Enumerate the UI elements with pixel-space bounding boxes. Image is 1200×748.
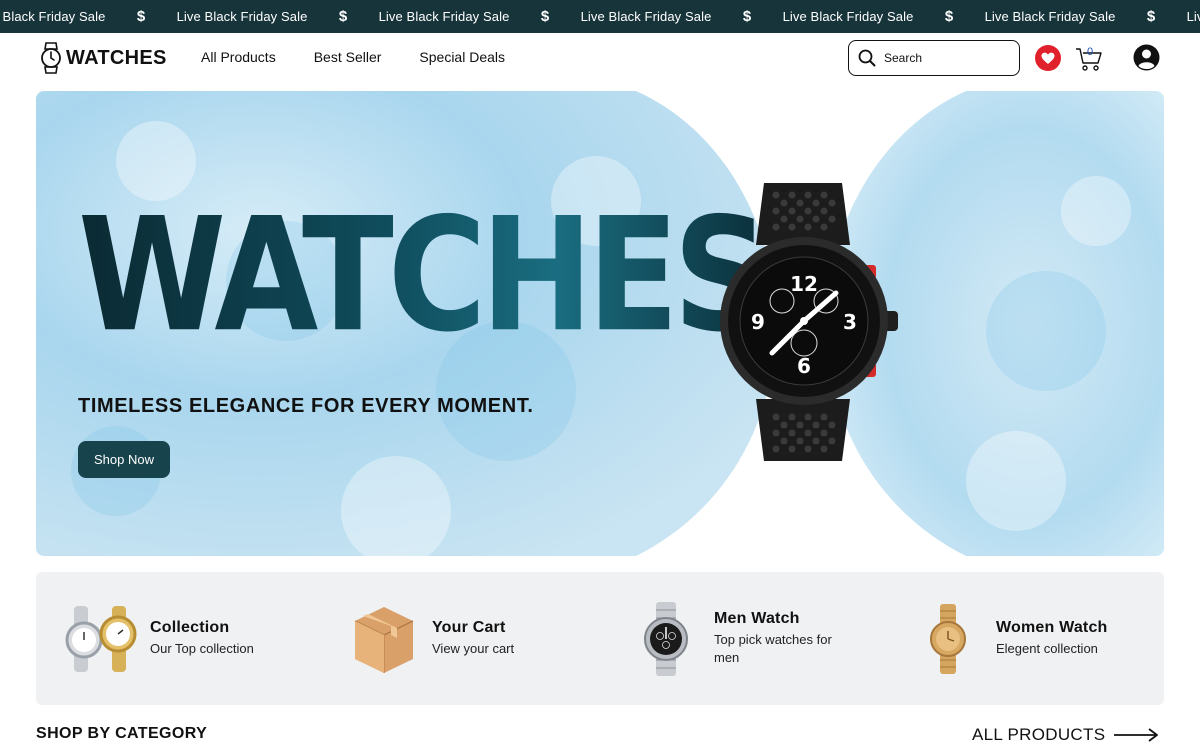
arrow-right-icon: [1114, 728, 1159, 742]
hero-banner: WATCHES TIMELESS ELEGANCE FOR EVERY MOME…: [36, 91, 1164, 556]
wishlist-button[interactable]: [1035, 45, 1061, 71]
svg-text:3: 3: [843, 310, 857, 334]
feature-women-watch[interactable]: Women Watch Elegent collection: [910, 572, 1108, 705]
heart-icon: [1041, 52, 1055, 64]
search-input[interactable]: [884, 51, 1004, 65]
dollar-icon: $: [944, 8, 954, 25]
feature-your-cart[interactable]: Your Cart View your cart: [346, 572, 514, 705]
svg-text:6: 6: [797, 354, 811, 378]
hero-watch-image: 12 6 9 3: [720, 183, 898, 461]
ticker-item: Live Black Friday Sale $: [766, 8, 968, 25]
feature-desc: Our Top collection: [150, 641, 254, 656]
ticker-item: Live Black Friday Sale: [1170, 9, 1200, 24]
nav-best-seller[interactable]: Best Seller: [314, 49, 382, 65]
hero-subtitle: TIMELESS ELEGANCE FOR EVERY MOMENT.: [78, 395, 534, 417]
dollar-icon: $: [540, 8, 550, 25]
dollar-icon: $: [338, 8, 348, 25]
ticker-item: Live Black Friday Sale $: [362, 8, 564, 25]
ticker-text: Live Black Friday Sale: [1186, 9, 1200, 24]
all-products-link[interactable]: ALL PRODUCTS: [972, 725, 1159, 745]
feature-men-watch[interactable]: Men Watch Top pick watches for men: [628, 572, 854, 705]
search-box[interactable]: [848, 40, 1020, 76]
cart-count-badge: 0: [1086, 46, 1094, 58]
logo-text: WATCHES: [66, 46, 167, 69]
ticker-text: Live Black Friday Sale: [580, 9, 712, 24]
feature-collection[interactable]: Collection Our Top collection: [64, 572, 254, 705]
feature-desc: Elegent collection: [996, 641, 1098, 656]
user-account-icon[interactable]: [1133, 44, 1160, 71]
ticker-track: Live Black Friday Sale $ Live Black Frid…: [0, 0, 1200, 33]
svg-text:12: 12: [790, 272, 818, 296]
feature-title: Your Cart: [432, 619, 506, 636]
box-icon: [346, 601, 422, 677]
ticker-item: Live Black Friday Sale $: [968, 8, 1170, 25]
nav-special-deals[interactable]: Special Deals: [419, 49, 505, 65]
feature-title: Men Watch: [714, 610, 800, 627]
dollar-icon: $: [136, 8, 146, 25]
svg-text:9: 9: [751, 310, 765, 334]
ticker-item: Live Black Friday Sale $: [160, 8, 362, 25]
search-icon: [858, 49, 876, 67]
promo-ticker: Live Black Friday Sale $ Live Black Frid…: [0, 0, 1200, 33]
ticker-text: Live Black Friday Sale: [176, 9, 308, 24]
watch-icon: [41, 42, 61, 74]
ticker-text: Live Black Friday Sale: [378, 9, 510, 24]
ticker-text: Live Black Friday Sale: [0, 9, 106, 24]
site-header: WATCHES All Products Best Seller Special…: [0, 33, 1200, 85]
all-products-label: ALL PRODUCTS: [972, 725, 1106, 744]
nav-all-products[interactable]: All Products: [201, 49, 276, 65]
ticker-item: Live Black Friday Sale $: [0, 8, 160, 25]
site-logo[interactable]: WATCHES: [40, 42, 167, 74]
ticker-text: Live Black Friday Sale: [782, 9, 914, 24]
features-strip: Collection Our Top collection Your Cart …: [36, 572, 1164, 705]
feature-title: Collection: [150, 619, 230, 636]
feature-desc: Top pick watches for men: [714, 632, 832, 665]
shop-now-button[interactable]: Shop Now: [78, 441, 170, 478]
feature-desc: View your cart: [432, 641, 515, 656]
ticker-item: Live Black Friday Sale $: [564, 8, 766, 25]
women-watch-icon: [910, 601, 986, 677]
ticker-text: Live Black Friday Sale: [984, 9, 1116, 24]
dollar-icon: $: [742, 8, 752, 25]
main-nav: All Products Best Seller Special Deals: [201, 49, 505, 65]
dollar-icon: $: [1146, 8, 1156, 25]
men-watch-icon: [628, 601, 704, 677]
hero-title: WATCHES: [78, 183, 770, 367]
watch-pair-icon: [64, 601, 140, 677]
shop-by-category-heading: SHOP BY CATEGORY: [36, 725, 208, 742]
feature-title: Women Watch: [996, 619, 1108, 636]
